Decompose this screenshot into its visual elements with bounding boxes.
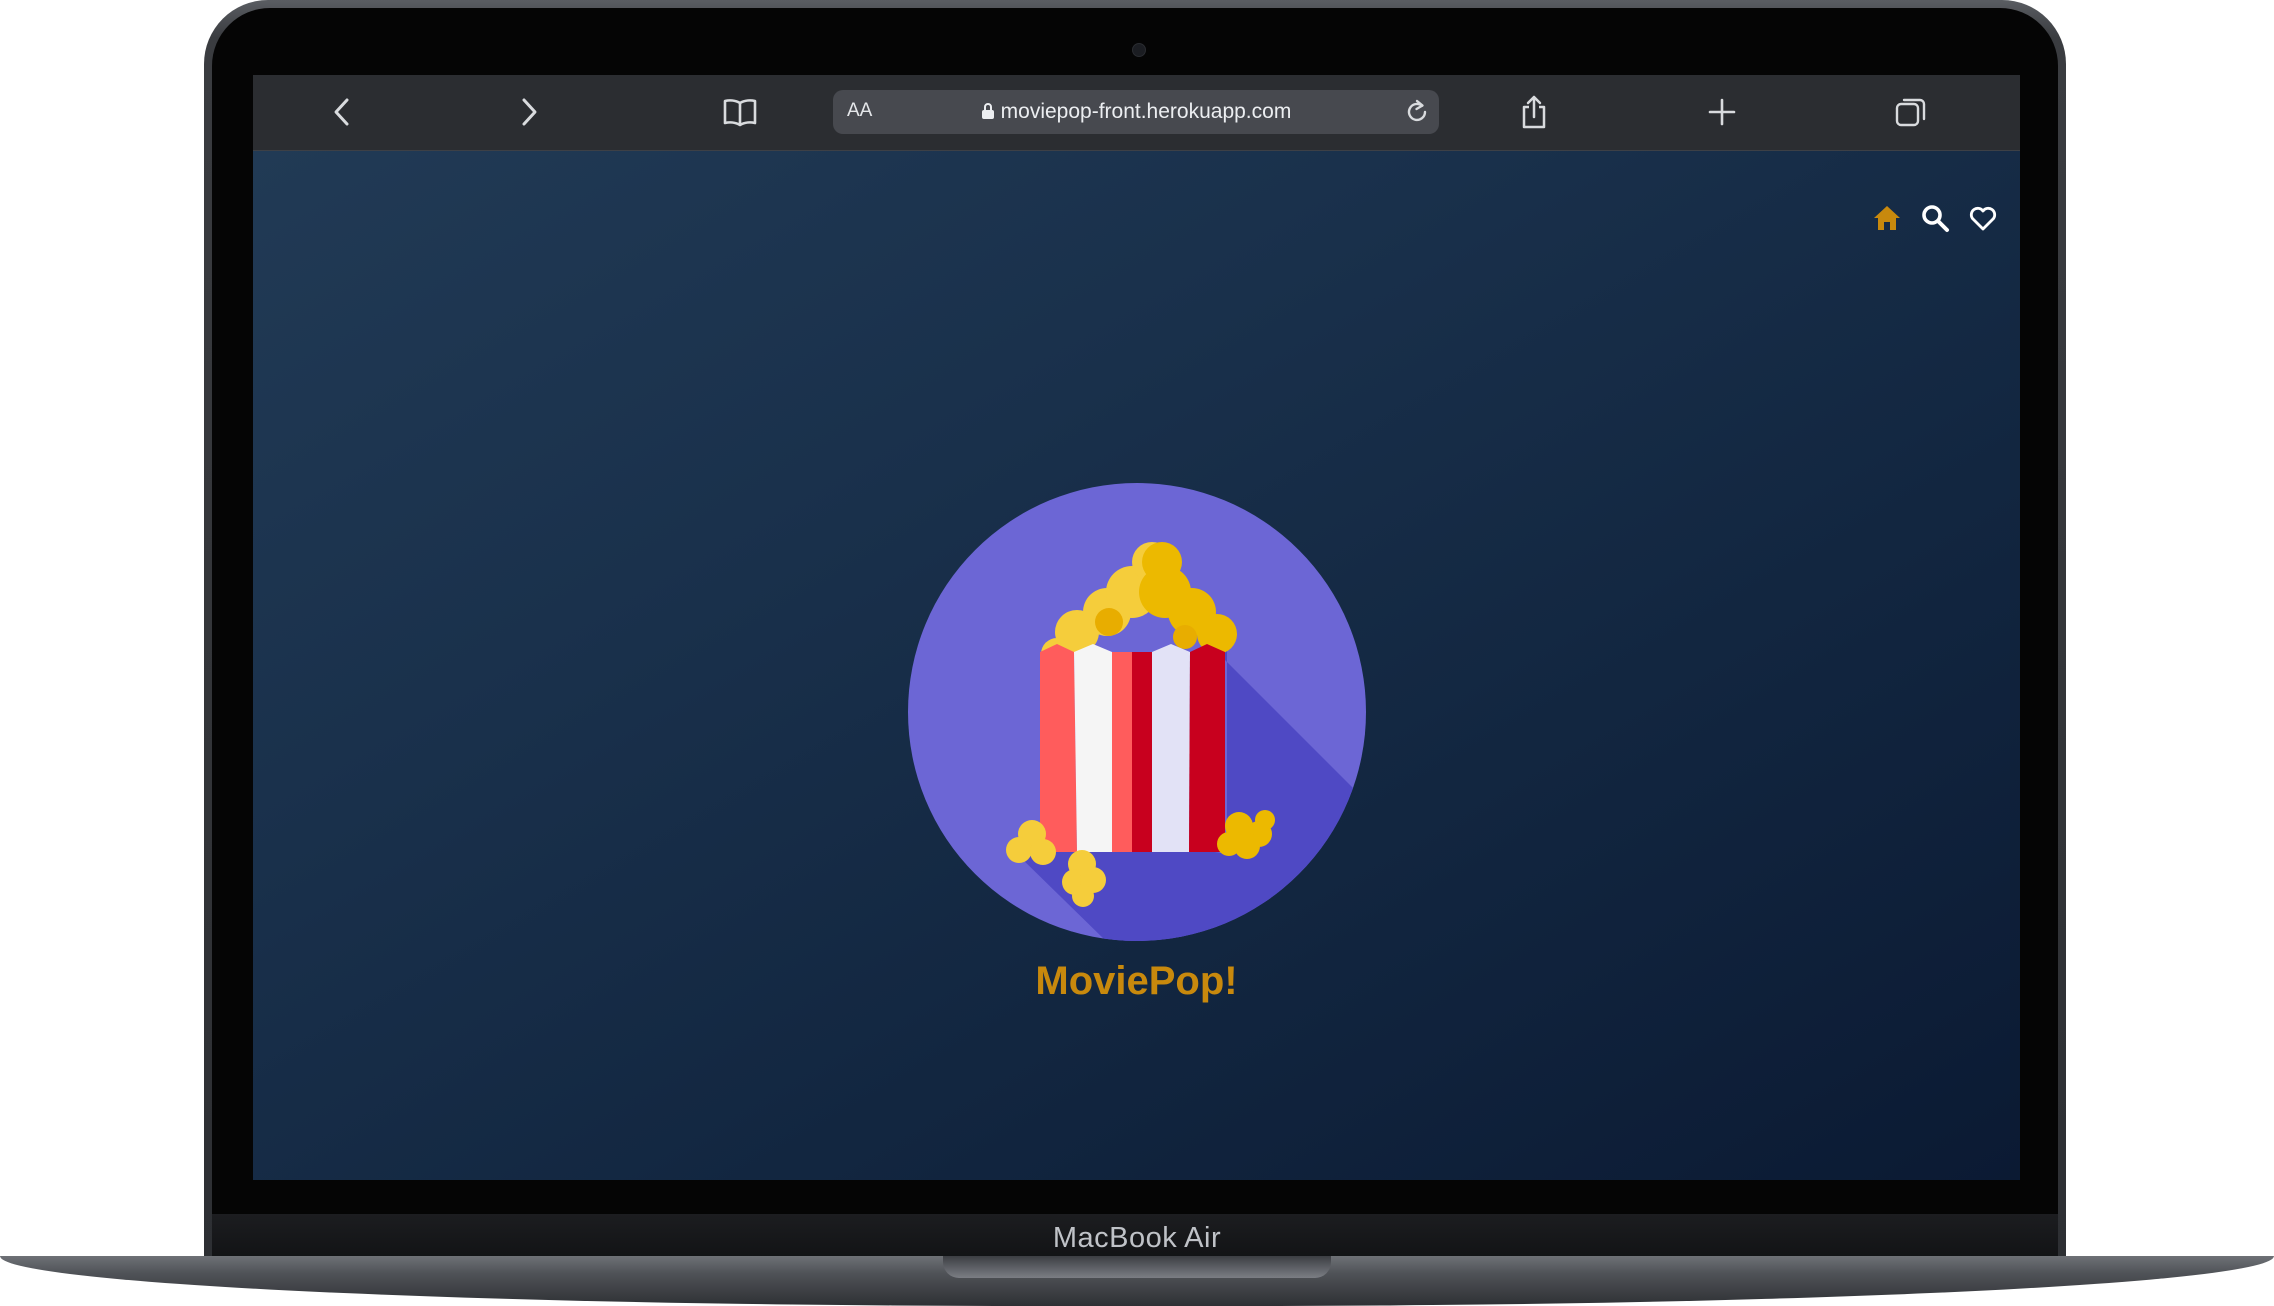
heart-icon[interactable]	[1968, 203, 1998, 233]
top-nav	[1872, 203, 1998, 233]
plus-icon	[1708, 98, 1736, 126]
chevron-left-icon	[331, 97, 353, 127]
home-icon[interactable]	[1872, 203, 1902, 233]
forward-button[interactable]	[506, 89, 552, 135]
browser-toolbar: AA moviepop-front.herokuapp.com	[253, 75, 2020, 151]
app-title: MoviePop!	[1035, 959, 1238, 1003]
search-icon[interactable]	[1920, 203, 1950, 233]
camera-icon	[1132, 43, 1146, 57]
share-button[interactable]	[1511, 89, 1557, 135]
chevron-right-icon	[518, 97, 540, 127]
tabs-icon	[1895, 96, 1927, 128]
laptop-notch	[943, 1256, 1331, 1278]
new-tab-button[interactable]	[1699, 89, 1745, 135]
book-icon	[722, 97, 758, 127]
popcorn-logo	[907, 482, 1367, 942]
back-button[interactable]	[319, 89, 365, 135]
device-label: MacBook Air	[1052, 1222, 1222, 1254]
reload-icon	[1403, 99, 1431, 130]
address-bar[interactable]: AA moviepop-front.herokuapp.com	[833, 90, 1439, 134]
app-page: MoviePop!	[253, 151, 2020, 1180]
tabs-overview-button[interactable]	[1888, 89, 1934, 135]
bookmarks-button[interactable]	[717, 89, 763, 135]
browser-window: AA moviepop-front.herokuapp.com MoviePop…	[253, 75, 2020, 1180]
url-text: moviepop-front.herokuapp.com	[1000, 100, 1292, 123]
share-icon	[1519, 95, 1549, 129]
reload-button[interactable]	[1403, 98, 1431, 131]
lock-icon	[981, 102, 995, 126]
